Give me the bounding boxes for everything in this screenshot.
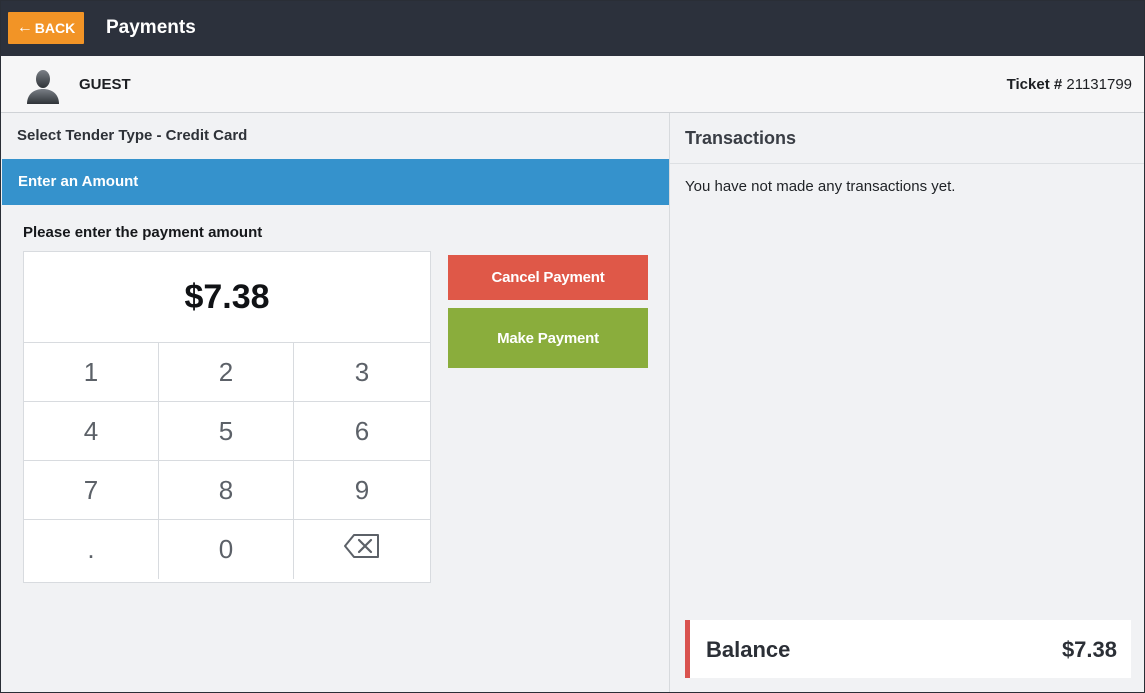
payments-window: ← BACK Payments GUEST Ticket # 21131799 [0, 0, 1145, 693]
key-0[interactable]: 0 [159, 520, 294, 579]
transactions-panel: Transactions You have not made any trans… [670, 113, 1144, 692]
key-9[interactable]: 9 [294, 461, 430, 520]
section-title: Enter an Amount [18, 173, 139, 190]
page-title: Payments [106, 17, 196, 38]
key-decimal[interactable]: . [24, 520, 159, 579]
keypad: $7.38 1 2 3 4 5 6 7 8 9 . 0 [23, 251, 431, 583]
key-2[interactable]: 2 [159, 343, 294, 402]
ticket-label: Ticket # [1006, 76, 1063, 93]
section-header: Enter an Amount [2, 159, 669, 205]
key-3[interactable]: 3 [294, 343, 430, 402]
tender-type-label: Select Tender Type - Credit Card [17, 127, 248, 144]
key-6[interactable]: 6 [294, 402, 430, 461]
person-icon [25, 68, 61, 104]
key-8[interactable]: 8 [159, 461, 294, 520]
backspace-icon [343, 533, 381, 566]
balance-label: Balance [706, 637, 791, 662]
transactions-empty-message: You have not made any transactions yet. [685, 178, 956, 195]
divider [670, 163, 1144, 164]
transactions-title: Transactions [685, 128, 797, 148]
balance-box: Balance $7.38 [685, 620, 1131, 678]
make-payment-button[interactable]: Make Payment [448, 308, 648, 368]
amount-prompt: Please enter the payment amount [23, 224, 263, 241]
ticket-number: Ticket # 21131799 [1007, 76, 1132, 93]
key-7[interactable]: 7 [24, 461, 159, 520]
key-1[interactable]: 1 [24, 343, 159, 402]
payment-panel: Select Tender Type - Credit Card Enter a… [1, 113, 670, 692]
top-bar: ← BACK Payments [1, 1, 1144, 56]
amount-display: $7.38 [24, 252, 430, 343]
arrow-left-icon: ← [16, 19, 33, 36]
balance-value: $7.38 [1061, 637, 1117, 662]
key-backspace[interactable] [294, 520, 430, 579]
keypad-keys: 1 2 3 4 5 6 7 8 9 . 0 [24, 343, 430, 582]
ticket-value: 21131799 [1066, 76, 1132, 93]
guest-name: GUEST [79, 76, 131, 93]
back-button-label: BACK [34, 20, 76, 36]
key-5[interactable]: 5 [159, 402, 294, 461]
back-button[interactable]: ← BACK [8, 12, 84, 44]
key-4[interactable]: 4 [24, 402, 159, 461]
cancel-payment-button[interactable]: Cancel Payment [448, 255, 648, 300]
guest-bar: GUEST Ticket # 21131799 [1, 56, 1144, 113]
